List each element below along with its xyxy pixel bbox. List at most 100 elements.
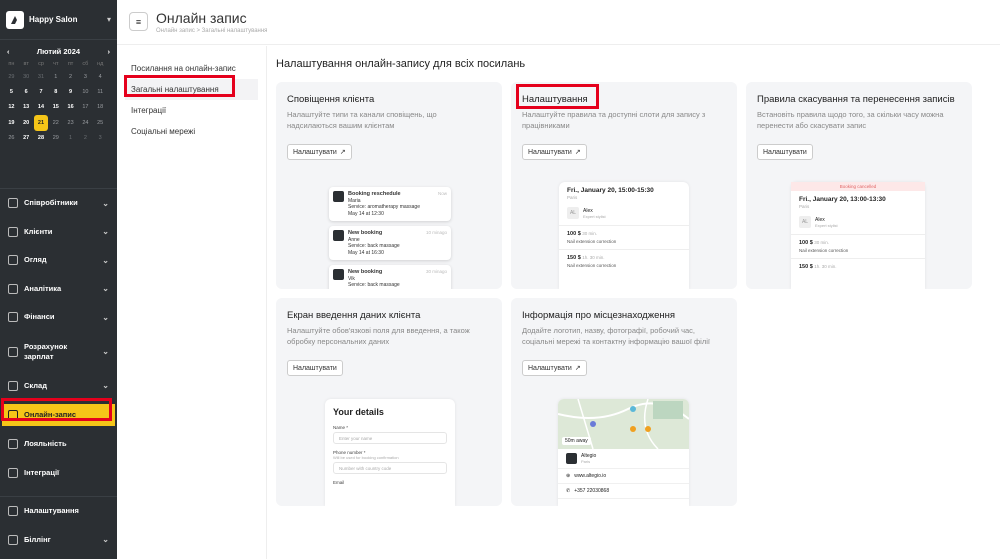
booking-date: Fri., January 20, 15:00-15:30 [567, 187, 654, 194]
calendar-day[interactable]: 29 [48, 131, 63, 146]
configure-button[interactable]: Налаштувати ↗ [287, 144, 352, 160]
calendar-day[interactable]: 4 [93, 69, 108, 84]
staff-role: Expert stylist [815, 222, 838, 228]
calendar-day[interactable]: 18 [93, 100, 108, 115]
button-label: Налаштувати [528, 148, 572, 156]
notif-line: Service: back massage [348, 282, 400, 288]
service-name: Nail extension correction [567, 239, 617, 244]
calendar-day[interactable]: 28 [34, 131, 49, 146]
sidebar-item-label: Склад [24, 380, 47, 390]
configure-button[interactable]: Налаштувати ↗ [522, 144, 587, 160]
configure-button[interactable]: Налаштувати [287, 360, 343, 376]
subnav-social[interactable]: Соціальні мережі [125, 121, 258, 142]
name-field: Enter your name [333, 432, 447, 444]
configure-button[interactable]: Налаштувати [757, 144, 813, 160]
avatar: AL [799, 216, 811, 228]
distance-badge: 50m away [562, 437, 591, 445]
phone-icon: ✆ [566, 488, 571, 494]
calendar-day[interactable]: 14 [34, 100, 49, 115]
notifications-preview: Booking reschedule Maria Service: aromathe… [325, 182, 455, 289]
sidebar-item-globe[interactable]: Онлайн-запис [2, 404, 115, 426]
calendar-day[interactable]: 13 [19, 100, 34, 115]
calendar-day[interactable]: 17 [78, 100, 93, 115]
brand-logo-icon [6, 10, 24, 29]
card-client-form: Екран введення даних клієнта Налаштуйте … [276, 298, 502, 506]
calendar-day[interactable]: 1 [48, 69, 63, 84]
calendar-day[interactable]: 20 [19, 115, 34, 130]
calendar-day[interactable]: 8 [48, 84, 63, 99]
sidebar-item-warehouse[interactable]: Склад ⌄ [0, 372, 117, 401]
subnav-general-settings[interactable]: Загальні налаштування [125, 79, 258, 100]
calendar-day[interactable]: 5 [4, 84, 19, 99]
sidebar-item-billing[interactable]: Біллінг ⌄ [0, 526, 117, 555]
card-description: Налаштуйте обов'язкові поля для введення… [287, 326, 470, 346]
client-form-preview: Your details Name * Enter your name Phon… [325, 399, 455, 506]
warehouse-icon [8, 380, 18, 391]
calendar-day[interactable]: 10 [78, 84, 93, 99]
chevron-down-icon: ⌄ [102, 198, 109, 208]
sidebar-item-payroll[interactable]: Розрахунок зарплат ⌄ [0, 332, 117, 372]
price: 150 $ [799, 264, 813, 270]
weekday-label: нд [97, 61, 104, 67]
external-link-icon: ↗ [339, 149, 346, 156]
subnav-booking-links[interactable]: Посилання на онлайн-запис [125, 58, 258, 79]
calendar-day[interactable]: 1 [63, 131, 78, 146]
subnav-integrations[interactable]: Інтеграції [125, 100, 258, 121]
calendar-day[interactable]: 21 [33, 115, 49, 131]
card-title: Сповіщення клієнта [287, 94, 375, 105]
map-image: 50m away [558, 399, 689, 449]
calendar-day[interactable]: 3 [78, 69, 93, 84]
calendar-day[interactable]: 2 [63, 69, 78, 84]
calendar-day[interactable]: 9 [63, 84, 78, 99]
calendar-day[interactable]: 2 [78, 131, 93, 146]
chevron-down-icon: ⌄ [102, 347, 109, 356]
sidebar-item-user[interactable]: Співробітники ⌄ [0, 189, 117, 218]
avatar: AL [567, 207, 579, 219]
notif-time: 10 minago [425, 230, 447, 235]
analytics-icon [8, 283, 18, 294]
weekday-label: сб [82, 61, 89, 67]
notif-title: New booking [348, 269, 383, 275]
sidebar-item-finance[interactable]: Фінанси ⌄ [0, 303, 117, 332]
service-name: Nail extension correction [567, 263, 617, 268]
calendar-day[interactable]: 7 [34, 84, 49, 99]
calendar-day[interactable]: 12 [4, 100, 19, 115]
sidebar-item-overview[interactable]: Огляд ⌄ [0, 246, 117, 275]
chevron-down-icon: ⌄ [102, 535, 109, 545]
calendar-day[interactable]: 25 [93, 115, 108, 130]
notification-card: New booking Vik Service: back massage 30 mi… [329, 265, 451, 289]
booking-city: Paris [567, 195, 578, 200]
sidebar-item-loyalty[interactable]: Лояльність [0, 430, 117, 459]
sidebar-item-label: Інтеграції [24, 467, 60, 477]
notif-title: Booking reschedule [348, 191, 401, 197]
calendar-day[interactable]: 24 [78, 115, 93, 130]
calendar-day[interactable]: 26 [4, 131, 19, 146]
calendar-day[interactable]: 6 [19, 84, 34, 99]
chevron-down-icon: ▾ [106, 15, 111, 24]
chevron-down-icon: ⌄ [102, 312, 109, 322]
calendar-day[interactable]: 31 [34, 69, 49, 84]
configure-button[interactable]: Налаштувати ↗ [522, 360, 587, 376]
calendar-day[interactable]: 30 [19, 69, 34, 84]
chevron-down-icon: ⌄ [102, 381, 109, 391]
calendar-day[interactable]: 29 [4, 69, 19, 84]
calendar-day[interactable]: 15 [48, 100, 63, 115]
sidebar-item-integrations[interactable]: Інтеграції [0, 459, 117, 488]
calendar-day[interactable]: 23 [63, 115, 78, 130]
brand-switcher[interactable]: Happy Salon ▾ [0, 0, 117, 40]
sidebar-item-analytics[interactable]: Аналітика ⌄ [0, 275, 117, 304]
breadcrumb[interactable]: Онлайн запис > Загальні налаштування [156, 28, 267, 34]
notification-card: New booking Anne Service: back massage May … [329, 226, 451, 260]
calendar-day[interactable]: 19 [4, 115, 19, 130]
sidebar-item-clients[interactable]: Клієнти ⌄ [0, 218, 117, 247]
calendar-prev-button[interactable]: ‹ [7, 47, 10, 56]
calendar-next-button[interactable]: › [108, 47, 111, 56]
calendar-day[interactable]: 3 [93, 131, 108, 146]
calendar-day[interactable]: 27 [19, 131, 34, 146]
sidebar-item-settings[interactable]: Налаштування [0, 497, 117, 526]
sidebar: Happy Salon ▾ ‹ Лютий 2024 › пн вт ср чт пт с… [0, 0, 117, 559]
calendar-day[interactable]: 11 [93, 84, 108, 99]
calendar-day[interactable]: 16 [63, 100, 78, 115]
calendar-day[interactable]: 22 [48, 115, 63, 130]
menu-toggle-button[interactable]: ≡ [129, 12, 148, 31]
